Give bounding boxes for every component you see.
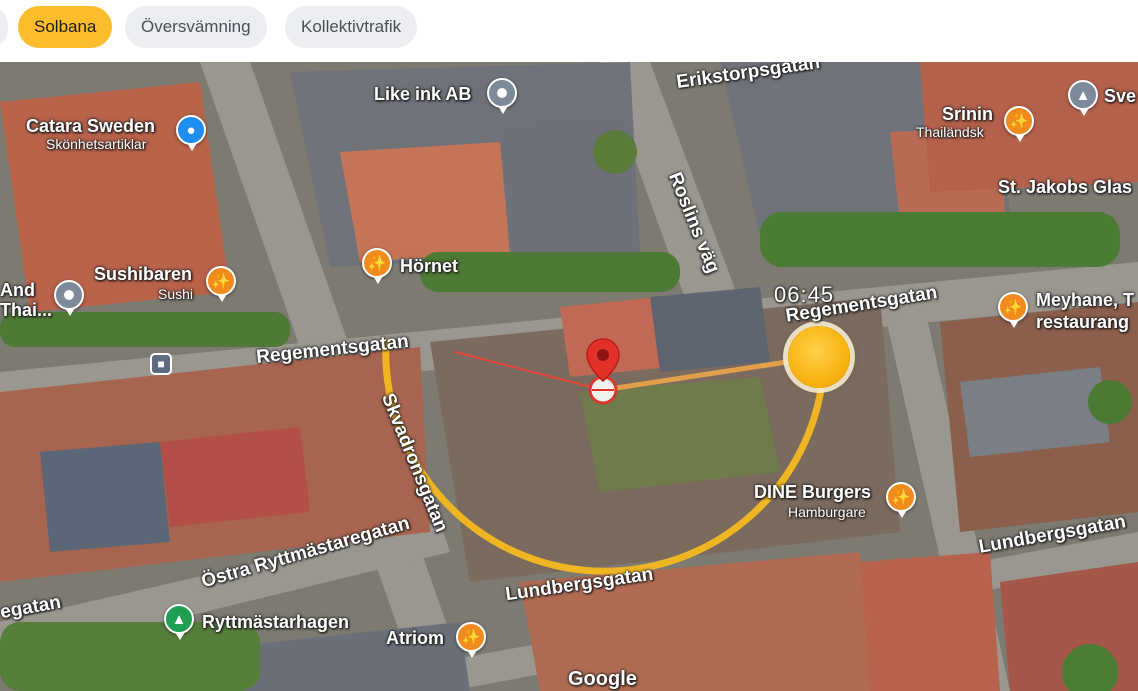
restaurant-icon[interactable]: ✨: [362, 248, 392, 284]
satellite-map[interactable]: 06:45 Erikstorpsgatan Roslins väg Regeme…: [0, 62, 1138, 691]
poi-hornet-name[interactable]: Hörnet: [400, 256, 458, 277]
school-icon[interactable]: ▲: [1068, 80, 1098, 116]
sun-position-icon[interactable]: [788, 326, 850, 388]
location-dot-icon[interactable]: [54, 280, 84, 316]
poi-ryttmastarhagen-name[interactable]: Ryttmästarhagen: [202, 612, 349, 633]
poi-sushibaren-name[interactable]: Sushibaren: [94, 264, 192, 285]
poi-atriom-name[interactable]: Atriom: [386, 628, 444, 649]
tree-icon[interactable]: ▲: [164, 604, 194, 640]
tab-partial-left[interactable]: [0, 6, 8, 48]
poi-sushibaren-sub: Sushi: [158, 286, 194, 302]
restaurant-icon[interactable]: ✨: [206, 266, 236, 302]
poi-dine-burgers-sub: Hamburgare: [788, 504, 866, 520]
poi-meyhane-sub: restaurang: [1036, 312, 1130, 332]
poi-and-thai-name[interactable]: And: [0, 280, 35, 301]
poi-and-thai-sub: Thai...: [0, 300, 53, 320]
poi-dine-burgers-name[interactable]: DINE Burgers: [754, 482, 871, 503]
bus-stop-icon[interactable]: ■: [150, 353, 172, 375]
poi-srinin-sub: Thailändsk: [916, 124, 984, 140]
location-dot-icon[interactable]: [487, 78, 517, 114]
poi-meyhane-name[interactable]: Meyhane, T: [1036, 290, 1134, 311]
restaurant-icon[interactable]: ✨: [456, 622, 486, 658]
tab-kollektivtrafik[interactable]: Kollektivtrafik: [285, 6, 418, 48]
google-attribution: Google: [568, 668, 637, 690]
poi-like-ink-name[interactable]: Like ink AB: [374, 84, 471, 105]
tab-oversvamning[interactable]: Översvämning: [125, 6, 267, 48]
poi-sve-name[interactable]: Sve: [1104, 86, 1136, 107]
restaurant-icon[interactable]: ✨: [998, 292, 1028, 328]
shopping-bag-icon[interactable]: ●: [176, 115, 206, 151]
restaurant-icon[interactable]: ✨: [886, 482, 916, 518]
poi-srinin-name[interactable]: Srinin: [942, 104, 993, 125]
selected-location-pin-icon[interactable]: [585, 337, 621, 389]
poi-catara-sub: Skönhetsartiklar: [46, 136, 147, 152]
poi-catara-name[interactable]: Catara Sweden: [26, 116, 155, 137]
layer-toggle-bar: Solbana Översvämning Kollektivtrafik: [0, 0, 1138, 62]
tab-solbana[interactable]: Solbana: [18, 6, 113, 48]
poi-st-jakobs-name[interactable]: St. Jakobs Glas: [998, 177, 1132, 198]
restaurant-icon[interactable]: ✨: [1004, 106, 1034, 142]
